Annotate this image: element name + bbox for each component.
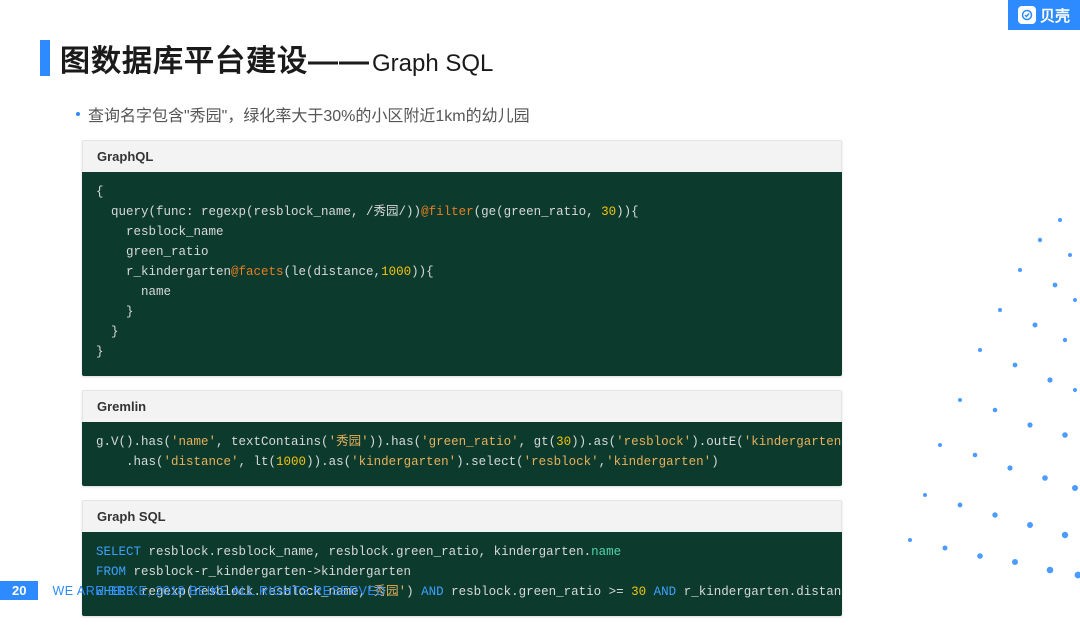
logo-icon (1018, 6, 1036, 24)
logo-text: 贝壳 (1040, 5, 1070, 26)
bullet-icon (76, 112, 80, 116)
brand-logo: 贝壳 (1008, 0, 1080, 30)
code-block-graphsql: SELECT resblock.resblock_name, resblock.… (82, 532, 842, 616)
decorative-dots (880, 200, 1080, 580)
footer-text: WE ARE BEIKE, 2018 BEIKE ALL RIGHTS RESE… (52, 584, 385, 598)
bullet-item: 查询名字包含"秀园"，绿化率大于30%的小区附近1km的幼儿园 (76, 102, 530, 126)
panel-header-gremlin: Gremlin (82, 390, 842, 422)
title-sub: Graph SQL (372, 50, 493, 78)
panel-header-graphsql: Graph SQL (82, 500, 842, 532)
code-block-graphql: { query(func: regexp(resblock_name, /秀园/… (82, 172, 842, 376)
slide-title: 图数据库平台建设—— Graph SQL (40, 36, 493, 80)
panel-graphql: GraphQL { query(func: regexp(resblock_na… (82, 140, 842, 376)
page-number: 20 (0, 581, 38, 600)
panel-header-graphql: GraphQL (82, 140, 842, 172)
title-accent-bar (40, 40, 50, 76)
bullet-text: 查询名字包含"秀园"，绿化率大于30%的小区附近1km的幼儿园 (88, 102, 530, 126)
title-main: 图数据库平台建设—— (60, 36, 370, 80)
code-block-gremlin: g.V().has('name', textContains('秀园')).ha… (82, 422, 842, 486)
panel-gremlin: Gremlin g.V().has('name', textContains('… (82, 390, 842, 486)
slide-footer: 20 WE ARE BEIKE, 2018 BEIKE ALL RIGHTS R… (0, 581, 386, 600)
code-panels: GraphQL { query(func: regexp(resblock_na… (82, 140, 842, 630)
